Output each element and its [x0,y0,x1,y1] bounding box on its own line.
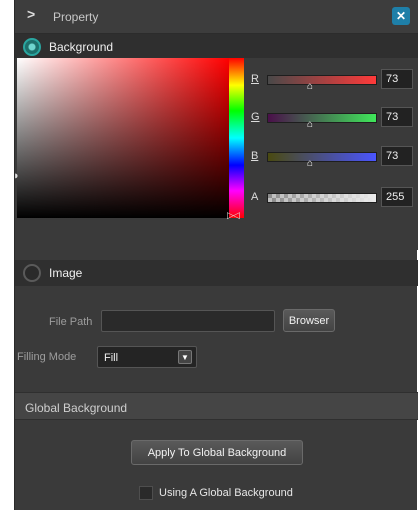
slider-thumb-icon[interactable]: ⌂ [305,159,315,169]
background-radio[interactable] [23,38,41,56]
color-picker: ◗ ▷◁ R ⌂ 73 G ⌂ 73 B ⌂ 73 A ⌂ 25 [13,58,418,250]
channel-letter-g: G [251,111,260,123]
channel-value-r[interactable]: 73 [381,69,413,89]
filling-mode-value: Fill [104,352,119,364]
channel-letter-a: A [251,191,259,203]
filling-mode-select[interactable]: Fill ▼ [97,346,197,368]
saturation-value-field[interactable] [17,58,229,218]
slider-thumb-icon[interactable]: ⌂ [305,82,315,92]
channel-row-b: B ⌂ 73 [251,146,417,169]
channel-slider-r[interactable] [267,75,377,85]
image-label: Image [49,266,83,280]
channel-letter-r: R [251,73,259,85]
use-global-background-label: Using A Global Background [159,487,293,499]
chevron-down-icon[interactable]: ▼ [178,350,192,364]
channel-value-b[interactable]: 73 [381,146,413,166]
image-radio[interactable] [23,264,41,282]
background-section-header[interactable]: Background [15,34,418,60]
file-path-input[interactable] [101,310,275,332]
image-section-header[interactable]: Image [15,260,418,286]
channel-slider-b[interactable] [267,152,377,162]
hue-slider[interactable] [229,58,244,218]
channel-value-a[interactable]: 255 [381,187,413,207]
channel-value-g[interactable]: 73 [381,107,413,127]
channel-row-r: R ⌂ 73 [251,69,417,92]
panel-titlebar: > Property ✕ [15,0,418,34]
channel-row-g: G ⌂ 73 [251,107,417,130]
channel-letter-b: B [251,150,259,162]
panel-title: Property [53,10,99,24]
channel-slider-a[interactable] [267,193,377,203]
property-panel: > Property ✕ Background ◗ ▷◁ R ⌂ 73 G ⌂ … [13,0,418,510]
global-background-header: Global Background [15,392,418,420]
expand-chevron-icon[interactable]: > [27,6,35,22]
channel-row-a: A ⌂ 255 [251,187,417,210]
browse-button[interactable]: Browser [283,309,335,332]
hue-handle-icon[interactable]: ▷◁ [227,210,240,221]
filling-mode-label: Filling Mode [17,351,77,363]
use-global-background-checkbox[interactable] [139,486,153,500]
slider-thumb-icon[interactable]: ⌂ [305,120,315,130]
file-path-label: File Path [49,316,93,328]
background-label: Background [49,40,114,54]
channel-slider-g[interactable] [267,113,377,123]
sv-handle-icon[interactable]: ◗ [13,170,20,182]
global-background-label: Global Background [25,401,128,415]
apply-global-background-button[interactable]: Apply To Global Background [131,440,303,465]
pin-icon[interactable]: ✕ [392,7,410,25]
